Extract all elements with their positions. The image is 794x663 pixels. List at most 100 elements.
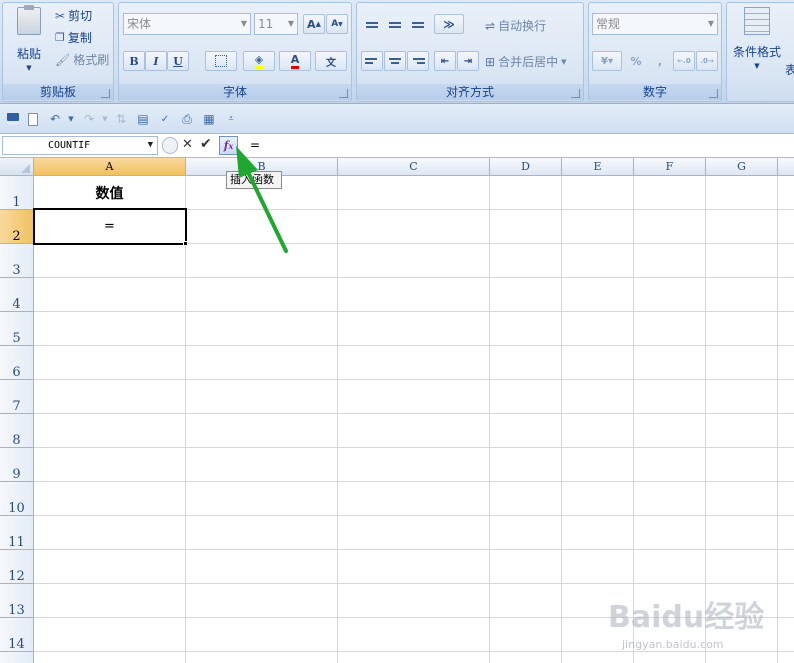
row-header-10[interactable]: 10 [0,482,34,516]
align-left-button[interactable] [361,51,383,71]
format-painter-button[interactable]: 🖌 格式刷 [55,51,109,68]
chevron-down-icon[interactable]: ▼ [62,110,80,128]
column-header-d[interactable]: D [490,158,562,176]
column-header-e[interactable]: E [562,158,634,176]
spelling-icon[interactable]: ✓ [156,110,174,128]
align-center-button[interactable] [384,51,406,71]
customize-toolbar-icon[interactable]: ⩡ [222,110,240,128]
row-header-9[interactable]: 9 [0,448,34,482]
row-header-6[interactable]: 6 [0,346,34,380]
column-header-g[interactable]: G [706,158,778,176]
decrease-decimal-button[interactable]: .0→ [696,51,718,71]
row-header-14[interactable]: 14 [0,618,34,652]
gridline [34,311,794,312]
italic-button[interactable]: I [145,51,167,71]
increase-indent-button[interactable]: ⇥ [457,51,479,71]
align-top-button[interactable] [361,15,383,35]
fill-color-button[interactable]: ◈ [243,51,275,71]
number-group-label: 数字 [589,84,721,100]
formula-bar: COUNTIF ▼ ✕ ✔ fx = [0,134,794,158]
dialog-launcher-icon[interactable] [101,89,110,98]
chevron-down-icon: ▼ [240,19,247,28]
number-format-select[interactable]: 常规 ▼ [592,13,718,35]
name-box[interactable]: COUNTIF ▼ [2,136,158,155]
font-size-select[interactable]: 11 ▼ [254,13,298,35]
gridline [34,379,794,380]
underline-button[interactable]: U [167,51,189,71]
formula-bar-separator[interactable] [162,137,178,154]
merge-icon: ⊞ [485,54,496,69]
number-group: 常规 ▼ ¥▾ % , ←.0 .0→ 数字 [588,2,722,102]
gridline [34,413,794,414]
wrap-text-button[interactable]: ⇌ 自动换行 [485,17,546,34]
dialog-launcher-icon[interactable] [339,89,348,98]
shrink-font-button[interactable]: A ▼ [326,14,348,34]
font-name-select[interactable]: 宋体 ▼ [123,13,251,35]
conditional-format-button[interactable]: 条件格式 ▼ [731,7,783,70]
cell-a1[interactable]: 数值 [34,183,185,203]
table-icon[interactable]: ▦ [200,110,218,128]
copy-button[interactable]: ❐ 复制 [55,29,92,46]
row-header-3[interactable]: 3 [0,244,34,278]
column-header-c[interactable]: C [338,158,490,176]
percent-button[interactable]: % [625,51,647,71]
align-middle-button[interactable] [384,15,406,35]
print-preview-icon[interactable]: ▤ [134,110,152,128]
print-icon[interactable]: ⎙ [178,110,196,128]
dialog-launcher-icon[interactable] [709,89,718,98]
comma-button[interactable]: , [649,51,671,71]
row-header-5[interactable]: 5 [0,312,34,346]
chevron-down-icon: ▼ [287,19,294,28]
orientation-button[interactable]: ≫ [434,14,464,34]
decrease-indent-button[interactable]: ⇤ [434,51,456,71]
align-right-button[interactable] [407,51,429,71]
align-bottom-button[interactable] [407,15,429,35]
font-color-button[interactable]: A [279,51,311,71]
row-header-2[interactable]: 2 [0,210,34,244]
phonetic-button[interactable]: 文 [315,51,347,71]
watermark: Baidu经验 jingyan.baidu.com [608,578,794,663]
dialog-launcher-icon[interactable] [571,89,580,98]
row-header-8[interactable]: 8 [0,414,34,448]
paint-bucket-icon: ◈ [254,53,264,69]
gridline [337,176,338,663]
column-header-a[interactable]: A [34,158,186,176]
sort-icon[interactable]: ⇅ [112,110,130,128]
row-header-12[interactable]: 12 [0,550,34,584]
column-header-f[interactable]: F [634,158,706,176]
wrap-text-icon: ⇌ [485,18,496,33]
formula-input[interactable]: = [244,136,792,155]
gridline [34,549,794,550]
row-header-13[interactable]: 13 [0,584,34,618]
borders-button[interactable] [205,51,237,71]
accounting-format-button[interactable]: ¥▾ [592,51,622,71]
active-cell-border[interactable] [33,208,187,245]
arrow-head [236,146,258,178]
currency-icon: ¥▾ [601,55,613,67]
cancel-icon[interactable]: ✕ [182,137,193,152]
annotation-arrow [236,146,288,253]
enter-icon[interactable]: ✔ [200,136,212,152]
row-header-1[interactable]: 1 [0,176,34,210]
format-as-table-button[interactable]: 表 [785,61,794,78]
paste-button[interactable]: 粘贴 ▼ [9,5,49,77]
fill-handle[interactable] [183,241,188,246]
bold-button[interactable]: B [123,51,145,71]
grow-font-button[interactable]: A ▲ [303,14,325,34]
merge-center-button[interactable]: ⊞ 合并后居中 ▼ [485,53,566,70]
row-header-4[interactable]: 4 [0,278,34,312]
row-header-15[interactable] [0,652,34,663]
increase-decimal-icon: ←.0 [677,57,691,65]
borders-icon [215,55,227,67]
save-icon[interactable] [4,110,22,128]
cut-button[interactable]: ✂ 剪切 [55,7,92,24]
increase-decimal-button[interactable]: ←.0 [673,51,695,71]
gridline [34,481,794,482]
column-header-h[interactable] [778,158,794,176]
watermark-brand: Baidu经验 [608,600,765,635]
row-header-11[interactable]: 11 [0,516,34,550]
phonetic-icon: 文 [326,57,336,69]
row-header-7[interactable]: 7 [0,380,34,414]
new-document-icon[interactable] [24,110,42,128]
select-all-button[interactable] [0,158,34,176]
